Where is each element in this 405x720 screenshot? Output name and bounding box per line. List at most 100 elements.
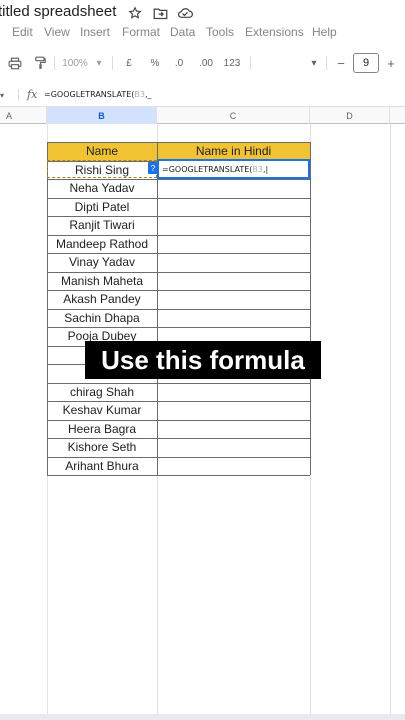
table-cell-hindi[interactable] bbox=[157, 309, 310, 328]
name-box-chevron-down-icon[interactable]: ▾ bbox=[0, 91, 4, 100]
more-formats-button[interactable]: 123 bbox=[222, 54, 242, 72]
table-row-border bbox=[47, 253, 310, 254]
column-header-a[interactable]: A bbox=[0, 107, 47, 124]
active-cell-c3[interactable]: =GOOGLETRANSLATE(B3,| bbox=[157, 159, 310, 179]
table-row-border bbox=[47, 401, 310, 402]
menu-data[interactable]: Data bbox=[170, 25, 195, 39]
table-row-border bbox=[47, 179, 310, 180]
bottom-scroll-area bbox=[0, 714, 405, 720]
formula-bar-divider bbox=[18, 89, 19, 101]
table-cell-name[interactable]: Manish Maheta bbox=[47, 272, 157, 291]
table-cell-name[interactable]: Keshav Kumar bbox=[47, 401, 157, 420]
font-chevron-down-icon[interactable]: ▾ bbox=[308, 54, 320, 72]
table-cell-hindi[interactable] bbox=[157, 420, 310, 439]
increase-decimal-button[interactable]: .00 bbox=[196, 54, 216, 72]
table-row-border bbox=[47, 235, 310, 236]
table-row-border bbox=[47, 475, 310, 476]
table-cell-hindi[interactable] bbox=[157, 457, 310, 476]
zoom-chevron-down-icon[interactable]: ▾ bbox=[93, 54, 105, 72]
move-folder-icon[interactable] bbox=[152, 5, 168, 21]
column-header-b[interactable]: B bbox=[47, 107, 157, 124]
formula-ref: B3 bbox=[134, 90, 145, 99]
header-name-in-hindi[interactable]: Name in Hindi bbox=[157, 142, 310, 161]
currency-format-button[interactable]: £ bbox=[122, 54, 136, 72]
cloud-status-icon[interactable] bbox=[177, 5, 193, 21]
fx-icon: fx bbox=[27, 88, 38, 101]
decrease-font-size-button[interactable]: − bbox=[334, 54, 348, 72]
grid-line bbox=[390, 124, 391, 714]
table-cell-name[interactable]: Akash Pandey bbox=[47, 290, 157, 309]
table-row-border bbox=[47, 383, 310, 384]
formula-prefix: =GOOGLETRANSLATE( bbox=[44, 90, 135, 99]
menu-bar: Edit View Insert Format Data Tools Exten… bbox=[0, 24, 405, 42]
table-cell-name[interactable]: Neha Yadav bbox=[47, 179, 157, 198]
menu-insert[interactable]: Insert bbox=[80, 25, 110, 39]
menu-format[interactable]: Format bbox=[122, 25, 160, 39]
formula-suffix: ,_ bbox=[145, 90, 152, 99]
zoom-select[interactable]: 100% bbox=[60, 54, 90, 72]
menu-view[interactable]: View bbox=[44, 25, 70, 39]
menu-help[interactable]: Help bbox=[312, 25, 337, 39]
toolbar-divider bbox=[250, 56, 251, 70]
table-cell-hindi[interactable] bbox=[157, 235, 310, 254]
table-cell-hindi[interactable] bbox=[157, 438, 310, 457]
table-cell-name[interactable]: Sachin Dhapa bbox=[47, 309, 157, 328]
table-cell-name[interactable]: chirag Shah bbox=[47, 383, 157, 402]
active-prefix: =GOOGLETRANSLATE( bbox=[162, 165, 253, 174]
menu-edit[interactable]: Edit bbox=[12, 25, 33, 39]
table-row-border bbox=[47, 438, 310, 439]
active-ref: B3 bbox=[252, 165, 263, 174]
paint-format-icon[interactable] bbox=[32, 54, 48, 72]
table-cell-hindi[interactable] bbox=[157, 179, 310, 198]
star-icon[interactable] bbox=[127, 5, 143, 21]
table-row-border bbox=[47, 198, 310, 199]
menu-extensions[interactable]: Extensions bbox=[245, 25, 304, 39]
formula-help-chip[interactable]: ? bbox=[148, 162, 158, 174]
table-cell-name[interactable]: Heera Bagra bbox=[47, 420, 157, 439]
table-column-border bbox=[157, 142, 158, 475]
table-cell-hindi[interactable] bbox=[157, 290, 310, 309]
print-icon[interactable] bbox=[7, 54, 23, 72]
header-name[interactable]: Name bbox=[47, 142, 157, 161]
active-suffix: ,| bbox=[263, 165, 269, 174]
table-cell-name[interactable]: Ranjit Tiwari bbox=[47, 216, 157, 235]
toolbar: 100% ▾ £ % .0 .00 123 ▾ − 9 + bbox=[0, 50, 405, 76]
table-cell-hindi[interactable] bbox=[157, 383, 310, 402]
table-column-border bbox=[310, 142, 311, 475]
column-header-c[interactable]: C bbox=[157, 107, 310, 124]
table-row-border bbox=[47, 290, 310, 291]
table-column-border bbox=[47, 142, 48, 475]
table-cell-name[interactable]: Dipti Patel bbox=[47, 198, 157, 217]
table-cell-name[interactable]: Kishore Seth bbox=[47, 438, 157, 457]
table-cell-hindi[interactable] bbox=[157, 253, 310, 272]
menu-tools[interactable]: Tools bbox=[206, 25, 234, 39]
decrease-decimal-button[interactable]: .0 bbox=[171, 54, 187, 72]
active-cell-formula: =GOOGLETRANSLATE(B3,| bbox=[162, 165, 268, 174]
increase-font-size-button[interactable]: + bbox=[384, 54, 398, 72]
percent-format-button[interactable]: % bbox=[148, 54, 162, 72]
table-cell-hindi[interactable] bbox=[157, 401, 310, 420]
table-row-border bbox=[47, 309, 310, 310]
reference-highlight bbox=[47, 160, 157, 178]
toolbar-divider bbox=[112, 56, 113, 70]
toolbar-divider bbox=[326, 56, 327, 70]
formula-input[interactable]: =GOOGLETRANSLATE(B3,_ bbox=[44, 90, 152, 99]
table-row-border bbox=[47, 457, 310, 458]
table-row-border bbox=[47, 420, 310, 421]
formula-bar: ▾ fx =GOOGLETRANSLATE(B3,_ bbox=[0, 86, 405, 104]
video-caption: Use this formula bbox=[85, 341, 321, 379]
toolbar-divider bbox=[54, 56, 55, 70]
table-cell-name[interactable]: Mandeep Rathod bbox=[47, 235, 157, 254]
table-row-border bbox=[47, 216, 310, 217]
column-header-d[interactable]: D bbox=[310, 107, 390, 124]
table-row-border bbox=[47, 327, 310, 328]
table-cell-name[interactable]: Vinay Yadav bbox=[47, 253, 157, 272]
table-cell-hindi[interactable] bbox=[157, 216, 310, 235]
table-row-border bbox=[47, 142, 310, 143]
table-cell-name[interactable]: Arihant Bhura bbox=[47, 457, 157, 476]
table-row-border bbox=[47, 272, 310, 273]
table-cell-hindi[interactable] bbox=[157, 272, 310, 291]
table-cell-hindi[interactable] bbox=[157, 198, 310, 217]
document-title[interactable]: titled spreadsheet bbox=[0, 3, 116, 20]
font-size-input[interactable]: 9 bbox=[353, 53, 379, 73]
